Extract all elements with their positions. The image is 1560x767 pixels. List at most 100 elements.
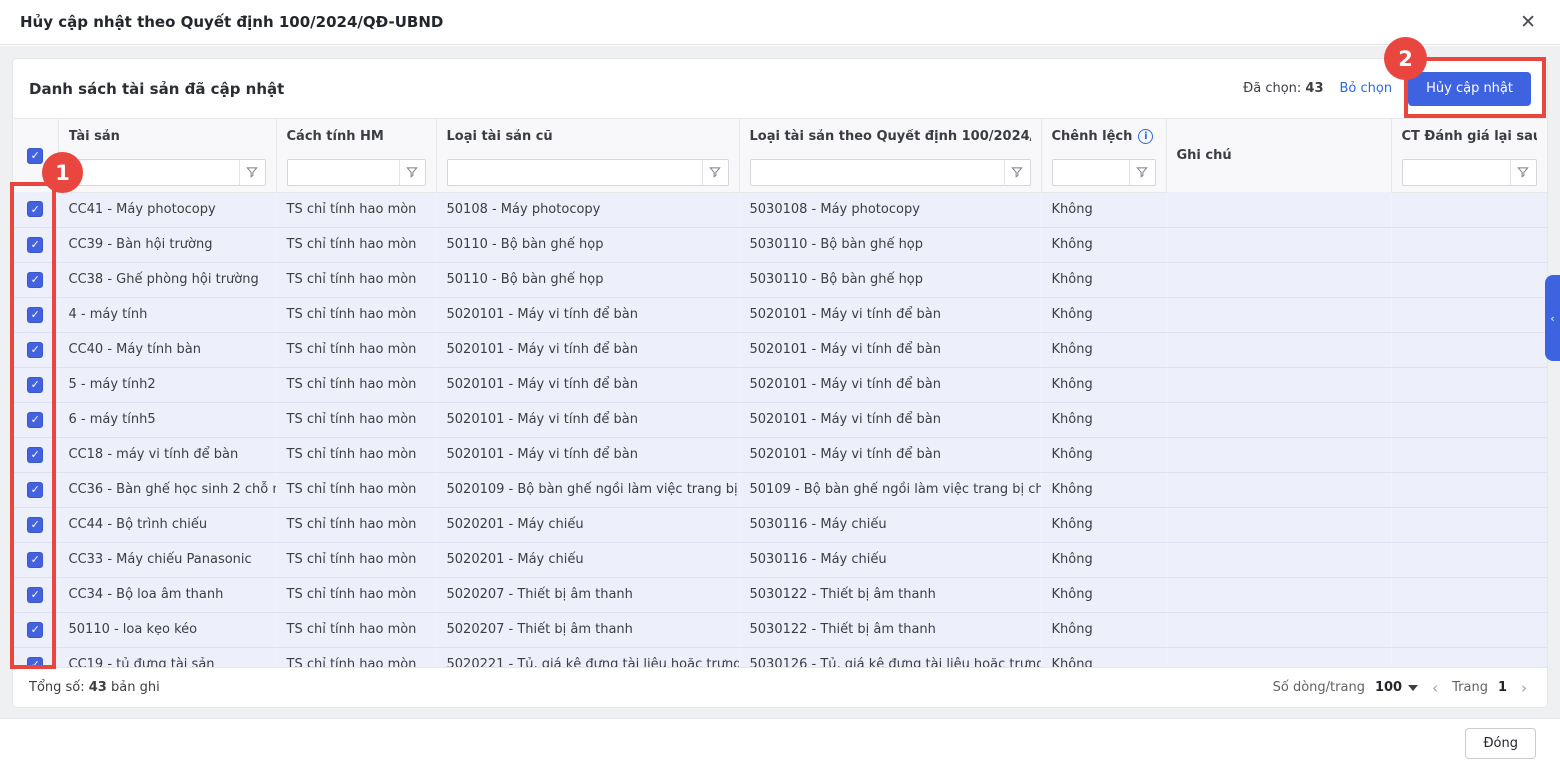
page-number: 1 bbox=[1497, 680, 1507, 695]
cell-diff: Không bbox=[1041, 297, 1167, 333]
col-header-old-type-label: Loại tài sản cũ bbox=[446, 128, 553, 144]
cell-method: TS chỉ tính hao mòn bbox=[276, 297, 437, 333]
funnel-icon[interactable] bbox=[701, 159, 728, 185]
col-header-ct[interactable]: CT Đánh giá lại sau cậ... bbox=[1391, 119, 1547, 153]
cell-method: TS chỉ tính hao mòn bbox=[276, 227, 437, 263]
filter-cell-method bbox=[276, 153, 437, 193]
table-row[interactable]: ✓ CC38 - Ghế phòng hội trường TS chỉ tín… bbox=[13, 262, 1547, 298]
filter-input-method[interactable] bbox=[287, 159, 399, 185]
table-row[interactable]: ✓ CC41 - Máy photocopy TS chỉ tính hao m… bbox=[13, 192, 1547, 228]
filter-input-new-type[interactable] bbox=[750, 159, 1004, 185]
row-checkbox[interactable]: ✓ bbox=[27, 306, 44, 323]
cell-note bbox=[1166, 192, 1392, 228]
row-checkbox-cell: ✓ bbox=[13, 402, 59, 438]
row-checkbox-cell: ✓ bbox=[13, 472, 59, 508]
selected-count-text: Đã chọn: 43 bbox=[1243, 81, 1323, 96]
cell-method: TS chỉ tính hao mòn bbox=[276, 612, 437, 648]
row-checkbox[interactable]: ✓ bbox=[27, 341, 44, 358]
cell-method: TS chỉ tính hao mòn bbox=[276, 402, 437, 438]
row-checkbox[interactable]: ✓ bbox=[27, 201, 44, 218]
cell-new-type: 5030122 - Thiết bị âm thanh bbox=[739, 577, 1042, 613]
rows-per-page-select[interactable]: 100 bbox=[1375, 680, 1419, 695]
col-header-new-type[interactable]: Loại tài sản theo Quyết định 100/2024/QĐ… bbox=[739, 119, 1042, 153]
row-checkbox[interactable]: ✓ bbox=[27, 516, 44, 533]
cell-asset: 50110 - loa kẹo kéo bbox=[58, 612, 277, 648]
table-row[interactable]: ✓ CC44 - Bộ trình chiếu TS chỉ tính hao … bbox=[13, 507, 1547, 543]
selected-label: Đã chọn: bbox=[1243, 81, 1302, 96]
deselect-link[interactable]: Bỏ chọn bbox=[1340, 81, 1393, 96]
cell-new-type: 5020101 - Máy vi tính để bàn bbox=[739, 332, 1042, 368]
row-checkbox[interactable]: ✓ bbox=[27, 621, 44, 638]
cell-old-type: 50110 - Bộ bàn ghế họp bbox=[436, 262, 740, 298]
cell-diff: Không bbox=[1041, 192, 1167, 228]
cell-note bbox=[1166, 402, 1392, 438]
table-row[interactable]: ✓ 4 - máy tính TS chỉ tính hao mòn 50201… bbox=[13, 297, 1547, 333]
row-checkbox[interactable]: ✓ bbox=[27, 271, 44, 288]
cell-diff: Không bbox=[1041, 367, 1167, 403]
row-checkbox-cell: ✓ bbox=[13, 227, 59, 263]
row-checkbox[interactable]: ✓ bbox=[27, 411, 44, 428]
chevron-left-icon: ‹ bbox=[1550, 311, 1555, 325]
select-all-cell: ✓ bbox=[13, 119, 59, 192]
row-checkbox-cell: ✓ bbox=[13, 437, 59, 473]
cell-old-type: 5020101 - Máy vi tính để bàn bbox=[436, 437, 740, 473]
funnel-icon[interactable] bbox=[1128, 159, 1155, 185]
pagination: Số dòng/trang 100 ‹ Trang 1 › bbox=[1273, 679, 1531, 697]
cell-method: TS chỉ tính hao mòn bbox=[276, 367, 437, 403]
row-checkbox-cell: ✓ bbox=[13, 297, 59, 333]
table-row[interactable]: ✓ CC39 - Bàn hội trường TS chỉ tính hao … bbox=[13, 227, 1547, 263]
cancel-update-button[interactable]: Hủy cập nhật bbox=[1408, 71, 1531, 106]
close-icon[interactable]: ✕ bbox=[1516, 9, 1540, 36]
filter-input-old-type[interactable] bbox=[447, 159, 702, 185]
info-icon[interactable]: i bbox=[1138, 128, 1154, 144]
table-row[interactable]: ✓ 5 - máy tính2 TS chỉ tính hao mòn 5020… bbox=[13, 367, 1547, 403]
cell-note bbox=[1166, 647, 1392, 667]
filter-input-asset[interactable] bbox=[69, 159, 239, 185]
row-checkbox[interactable]: ✓ bbox=[27, 236, 44, 253]
filter-cell-asset bbox=[58, 153, 277, 193]
filter-cell-old-type bbox=[436, 153, 740, 193]
cell-ct bbox=[1391, 262, 1547, 298]
cell-asset: CC33 - Máy chiếu Panasonic bbox=[58, 542, 277, 578]
side-panel-toggle[interactable]: ‹ bbox=[1545, 275, 1560, 361]
cell-diff: Không bbox=[1041, 262, 1167, 298]
col-header-asset[interactable]: Tài sản bbox=[58, 119, 277, 153]
table-row[interactable]: ✓ 50110 - loa kẹo kéo TS chỉ tính hao mò… bbox=[13, 612, 1547, 648]
funnel-icon[interactable] bbox=[238, 159, 265, 185]
row-checkbox[interactable]: ✓ bbox=[27, 586, 44, 603]
table-row[interactable]: ✓ CC40 - Máy tính bàn TS chỉ tính hao mò… bbox=[13, 332, 1547, 368]
col-header-method[interactable]: Cách tính HM bbox=[276, 119, 437, 153]
next-page-icon[interactable]: › bbox=[1517, 679, 1531, 697]
table-row[interactable]: ✓ CC18 - máy vi tính để bàn TS chỉ tính … bbox=[13, 437, 1547, 473]
funnel-icon[interactable] bbox=[1003, 159, 1030, 185]
col-header-diff[interactable]: Chênh lệch i bbox=[1041, 119, 1167, 153]
table-row[interactable]: ✓ 6 - máy tính5 TS chỉ tính hao mòn 5020… bbox=[13, 402, 1547, 438]
cell-old-type: 5020207 - Thiết bị âm thanh bbox=[436, 612, 740, 648]
dialog-titlebar: Hủy cập nhật theo Quyết định 100/2024/QĐ… bbox=[0, 0, 1560, 45]
prev-page-icon[interactable]: ‹ bbox=[1428, 679, 1442, 697]
row-checkbox[interactable]: ✓ bbox=[27, 446, 44, 463]
funnel-icon[interactable] bbox=[1509, 159, 1536, 185]
table-row[interactable]: ✓ CC33 - Máy chiếu Panasonic TS chỉ tính… bbox=[13, 542, 1547, 578]
filter-input-ct[interactable] bbox=[1402, 159, 1510, 185]
select-all-checkbox[interactable]: ✓ bbox=[27, 147, 44, 164]
asset-table: ✓ Tài sản Cách tính HM Loại tài sản cũ L… bbox=[13, 119, 1547, 667]
row-checkbox[interactable]: ✓ bbox=[27, 656, 44, 667]
table-row[interactable]: ✓ CC19 - tủ đựng tài sản TS chỉ tính hao… bbox=[13, 647, 1547, 667]
table-row[interactable]: ✓ CC34 - Bộ loa âm thanh TS chỉ tính hao… bbox=[13, 577, 1547, 613]
cell-old-type: 5020201 - Máy chiếu bbox=[436, 507, 740, 543]
col-header-old-type[interactable]: Loại tài sản cũ bbox=[436, 119, 740, 153]
funnel-icon[interactable] bbox=[398, 159, 425, 185]
row-checkbox[interactable]: ✓ bbox=[27, 376, 44, 393]
cell-new-type: 5030110 - Bộ bàn ghế họp bbox=[739, 227, 1042, 263]
row-checkbox[interactable]: ✓ bbox=[27, 551, 44, 568]
close-button[interactable]: Đóng bbox=[1465, 727, 1536, 759]
row-checkbox[interactable]: ✓ bbox=[27, 481, 44, 498]
filter-cell-diff bbox=[1041, 153, 1167, 193]
cell-old-type: 50108 - Máy photocopy bbox=[436, 192, 740, 228]
table-row[interactable]: ✓ CC36 - Bàn ghế học sinh 2 chỗ ngồ... T… bbox=[13, 472, 1547, 508]
cell-note bbox=[1166, 227, 1392, 263]
col-header-note[interactable]: Ghi chú bbox=[1166, 119, 1392, 192]
cell-method: TS chỉ tính hao mòn bbox=[276, 542, 437, 578]
filter-input-diff[interactable] bbox=[1052, 159, 1129, 185]
